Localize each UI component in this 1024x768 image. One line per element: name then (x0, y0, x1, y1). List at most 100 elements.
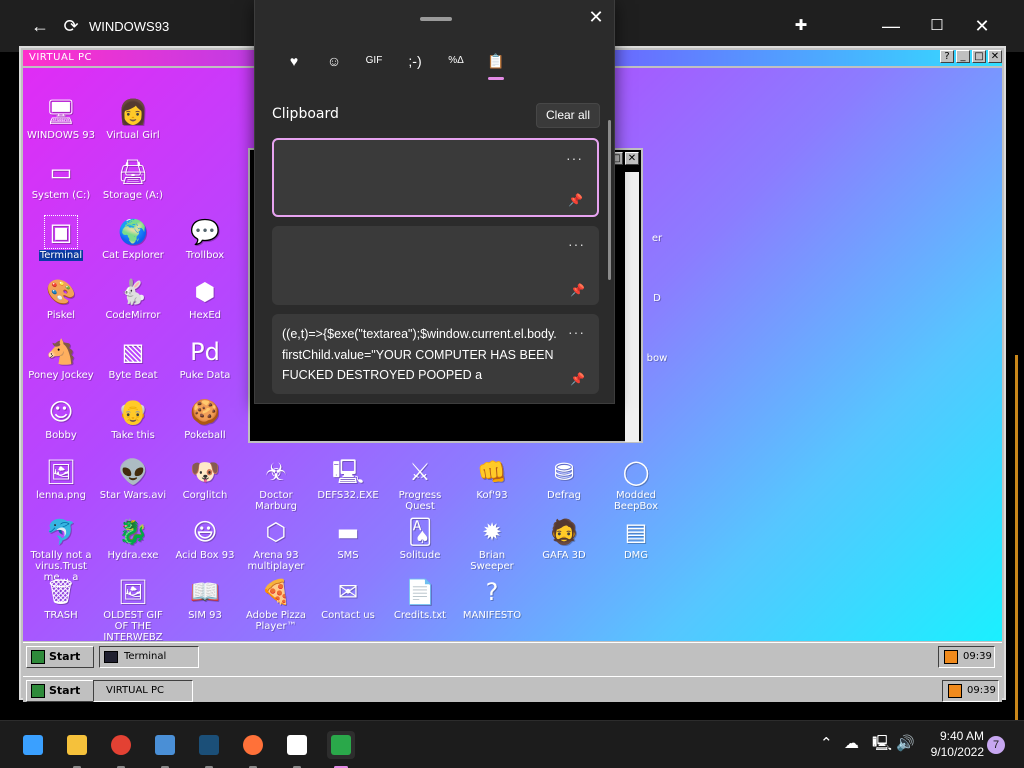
maximize-button[interactable]: ☐ (925, 14, 949, 38)
desktop-icon[interactable]: ◯ Modded BeepBox (600, 456, 672, 512)
sticker-heart-icon[interactable]: ♥ (281, 50, 307, 72)
gif-icon[interactable]: GIF (361, 50, 387, 72)
desktop-icon[interactable]: 🐴 Poney Jockey (25, 336, 97, 381)
help-button[interactable]: ? (940, 50, 954, 63)
win93-tray-clock[interactable]: 09:39 (938, 646, 995, 668)
desktop-icon[interactable]: ? MANIFESTO (456, 576, 528, 621)
arena-cube-icon: ⬡ (265, 518, 287, 546)
drag-handle[interactable] (420, 17, 452, 21)
windows93-app-taskbar-icon[interactable] (327, 731, 355, 768)
desktop-icon[interactable]: ▭ System (C:) (25, 156, 97, 201)
desktop-icon[interactable]: 📄 Credits.txt (384, 576, 456, 621)
desktop-icon[interactable]: 🐉 Hydra.exe (97, 516, 169, 561)
desktop-icon[interactable]: 🐬 Totally not a virus.Trust me... a (25, 516, 97, 583)
clipboard-icon[interactable]: 📋 (483, 50, 509, 80)
desktop-icon[interactable]: 🐶 Corglitch (169, 456, 241, 501)
desktop-icon[interactable]: ☣ Doctor Marburg (240, 456, 312, 512)
notification-badge[interactable]: 7 (987, 736, 1005, 754)
desktop-icon[interactable]: ▣ Terminal (25, 215, 97, 261)
emoji-icon[interactable]: ☺ (321, 50, 347, 72)
desktop-icon[interactable]: 👴 Take this (97, 396, 169, 441)
desktop-icon[interactable]: 🐇 CodeMirror (97, 276, 169, 321)
host-start-button[interactable]: Start (26, 680, 94, 702)
clipboard-scrollbar[interactable] (608, 120, 611, 280)
desktop-icon-label: Star Wars.avi (99, 490, 167, 501)
desktop-icon[interactable]: ☺ Bobby (25, 396, 97, 441)
desktop-icon[interactable]: ⬢ HexEd (169, 276, 241, 321)
desktop-icon[interactable]: ⚔ Progress Quest (384, 456, 456, 512)
desktop-icon-label: Credits.txt (393, 610, 447, 621)
desktop-icon[interactable]: 👊 Kof'93 (456, 456, 528, 501)
symbols-icon[interactable]: %Δ (443, 50, 469, 72)
network-icon[interactable]: 🖳 (872, 735, 892, 753)
desktop-icon[interactable]: 🍪 Pokeball (169, 396, 241, 441)
pin-icon[interactable]: 📌 (570, 283, 585, 297)
desktop-icon[interactable]: ✉ Contact us (312, 576, 384, 621)
reload-icon[interactable]: ⟳ (59, 14, 83, 38)
taskbar-virtual-pc-button[interactable]: VIRTUAL PC (93, 680, 193, 702)
pin-icon[interactable]: 📌 (568, 193, 583, 207)
desktop-icon[interactable]: 🖥 WINDOWS 93 (25, 96, 97, 141)
vpc-minimize-button[interactable]: _ (956, 50, 970, 63)
desktop-icon[interactable]: 🎨 Piskel (25, 276, 97, 321)
desktop-icon[interactable]: 🍕 Adobe Pizza Player™ (240, 576, 312, 632)
volume-icon[interactable]: 🔊 (896, 735, 915, 753)
desktop-icon[interactable]: 📖 SIM 93 (169, 576, 241, 621)
vpc-close-button[interactable]: ✕ (988, 50, 1002, 63)
more-options-icon[interactable]: ··· (566, 150, 583, 166)
win93-start-button[interactable]: Start (26, 646, 94, 668)
desktop-icon[interactable]: ⬡ Arena 93 multiplayer (240, 516, 312, 572)
desktop-icon[interactable]: 🌍 Cat Explorer (97, 216, 169, 261)
taskbar-clock[interactable]: 9:40 AM 9/10/2022 (920, 728, 984, 760)
kaomoji-icon[interactable]: ;-) (402, 50, 428, 72)
clipboard-item-text (284, 150, 560, 212)
photos-taskbar-icon[interactable] (151, 731, 179, 768)
more-options-icon[interactable]: ··· (568, 324, 585, 340)
desktop-icon[interactable]: ⛃ Defrag (528, 456, 600, 501)
steam-taskbar-icon[interactable] (195, 731, 223, 768)
extensions-puzzle-icon[interactable]: ✚ (789, 14, 813, 38)
host-tray-clock[interactable]: 09:39 (942, 680, 999, 702)
more-options-icon[interactable]: ··· (568, 236, 585, 252)
back-arrow-icon[interactable]: ← (28, 14, 52, 38)
7zip-taskbar-icon[interactable] (283, 731, 311, 768)
file-explorer-taskbar-icon[interactable] (63, 731, 91, 768)
desktop-icon-label: TRASH (44, 610, 78, 621)
terminal-scrollbar[interactable] (625, 172, 639, 442)
desktop-icon[interactable]: 🖼 OLDEST GIF OF THE INTERWEBZ gif (97, 576, 169, 641)
desktop-icon[interactable]: 👽 Star Wars.avi (97, 456, 169, 501)
cube-icon: ⬢ (194, 278, 216, 306)
close-window-button[interactable]: ✕ (970, 14, 994, 38)
taskbar-terminal-button[interactable]: Terminal (99, 646, 199, 668)
desktop-icon[interactable]: 🗑 TRASH (25, 576, 97, 621)
clipboard-item[interactable]: ((e,t)=>{$exe("textarea");$window.curren… (272, 314, 599, 394)
desktop-icon[interactable]: 👩 Virtual Girl (97, 96, 169, 141)
clipboard-item[interactable]: ··· 📌 (272, 138, 599, 217)
desktop-icon[interactable]: 🖨 Storage (A:) (97, 156, 169, 201)
desktop-icon[interactable]: 🂡 Solitude (384, 516, 456, 561)
pin-icon[interactable]: 📌 (570, 372, 585, 386)
vpc-maximize-button[interactable]: □ (972, 50, 986, 63)
firefox-taskbar-icon[interactable] (239, 731, 267, 768)
desktop-icon[interactable]: 😃 Acid Box 93 (169, 516, 241, 561)
computer-icon: 🖥 (45, 98, 77, 126)
desktop-icon[interactable]: 🖼 lenna.png (25, 456, 97, 501)
desktop-icon[interactable]: ✹ Brian Sweeper (456, 516, 528, 572)
desktop-icon[interactable]: ▧ Byte Beat (97, 336, 169, 381)
start-button-taskbar-icon[interactable] (19, 731, 47, 759)
clear-all-button[interactable]: Clear all (536, 103, 600, 128)
terminal-close-button[interactable]: ✕ (625, 152, 639, 165)
chevron-up-icon[interactable]: ⌃ (820, 735, 833, 753)
clipboard-item[interactable]: ··· 📌 (272, 226, 599, 305)
desktop-icon[interactable]: Pd Puke Data (169, 336, 241, 381)
desktop-icon[interactable]: 🧔 GAFA 3D (528, 516, 600, 561)
close-icon[interactable]: ✕ (587, 8, 605, 26)
desktop-icon[interactable]: 🖳 DEFS32.EXE (312, 456, 384, 501)
desktop-icon[interactable]: ▤ DMG (600, 516, 672, 561)
minimize-button[interactable]: — (879, 14, 903, 38)
chrome-taskbar-icon[interactable] (107, 731, 135, 768)
desktop-icon[interactable]: 💬 Trollbox (169, 216, 241, 261)
desktop-icon[interactable]: ▬ SMS (312, 516, 384, 561)
cloud-icon[interactable]: ☁ (844, 735, 859, 753)
gif-file-icon: 🖼 (117, 578, 149, 606)
